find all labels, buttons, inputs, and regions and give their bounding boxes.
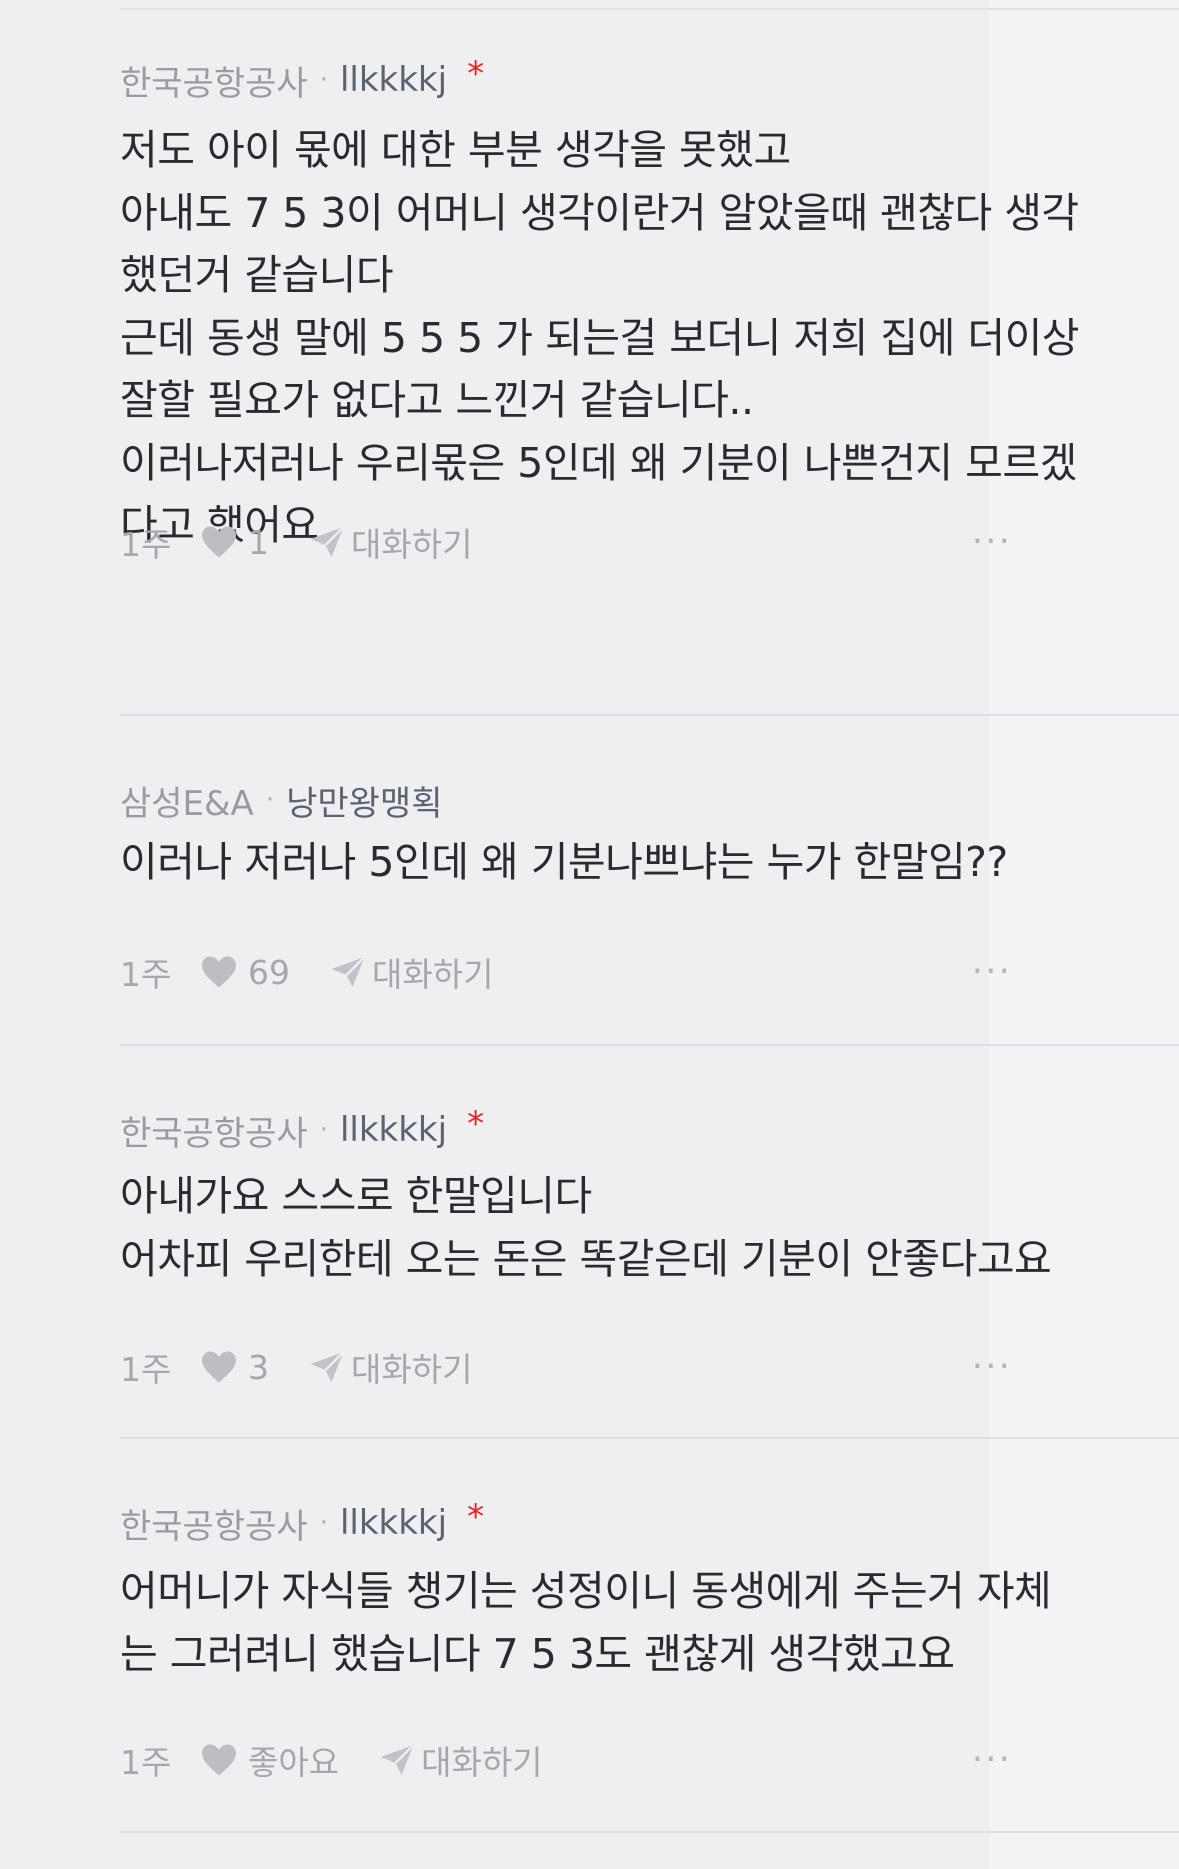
- comment-divider: [120, 1437, 1179, 1439]
- like-count: 69: [248, 952, 290, 992]
- like-button[interactable]: 3: [200, 1348, 269, 1387]
- timestamp: 1주: [120, 1350, 172, 1389]
- heart-icon: [202, 1351, 236, 1383]
- comment-footer: 1주 69 대화하기 ···: [120, 947, 1100, 997]
- author-star-icon: *: [467, 54, 485, 94]
- company-name[interactable]: 한국공항공사: [120, 56, 308, 105]
- comment-text: 어머니가 자식들 챙기는 성정이니 동생에게 주는거 자체 는 그러려니 했습니…: [120, 1567, 1052, 1678]
- comment-footer: 1주 좋아요 대화하기 ···: [120, 1735, 1100, 1785]
- timestamp: 1주: [120, 1743, 172, 1782]
- heart-icon: [202, 526, 236, 558]
- comment-header: 한국공항공사 · llkkkkj *: [120, 1497, 485, 1548]
- top-divider: [120, 8, 1179, 10]
- nickname[interactable]: llkkkkj: [340, 1110, 447, 1150]
- comment-divider: [120, 1831, 1179, 1833]
- separator: ·: [319, 1508, 328, 1538]
- comment-text: 아내가요 스스로 한말입니다 어차피 우리한테 오는 돈은 똑같은데 기분이 안…: [120, 1172, 1052, 1283]
- comment-divider: [120, 1044, 1179, 1046]
- separator: ·: [319, 1115, 328, 1145]
- like-button[interactable]: 1: [200, 523, 269, 562]
- comment-header: 한국공항공사 · llkkkkj *: [120, 1104, 485, 1155]
- paper-plane-icon: [380, 1744, 415, 1775]
- comment-header: 한국공항공사 · llkkkkj *: [120, 54, 485, 105]
- comment-footer: 1주 1 대화하기 ···: [120, 517, 1100, 567]
- nickname[interactable]: llkkkkj: [340, 1503, 447, 1543]
- paper-plane-icon: [310, 1351, 345, 1382]
- reply-label: 대화하기: [421, 1743, 543, 1782]
- comment-text: 저도 아이 몫에 대한 부분 생각을 못했고 아내도 7 5 3이 어머니 생각…: [120, 126, 1080, 549]
- nickname[interactable]: llkkkkj: [340, 60, 447, 100]
- separator: ·: [265, 785, 275, 815]
- more-options-button[interactable]: ···: [972, 1739, 1012, 1780]
- nickname[interactable]: 낭만왕맹획: [286, 776, 442, 825]
- like-count: 3: [248, 1347, 269, 1387]
- like-button[interactable]: 69: [200, 953, 290, 992]
- author-star-icon: *: [467, 1104, 485, 1144]
- comment-footer: 1주 3 대화하기 ···: [120, 1342, 1100, 1392]
- comment-text: 이러나 저러나 5인데 왜 기분나쁘냐는 누가 한말임??: [120, 838, 1008, 886]
- more-options-button[interactable]: ···: [972, 1346, 1012, 1387]
- reply-button[interactable]: 대화하기: [309, 1343, 472, 1391]
- paper-plane-icon: [331, 956, 366, 987]
- separator: ·: [319, 65, 328, 95]
- reply-button[interactable]: 대화하기: [379, 1736, 543, 1784]
- comment-divider: [120, 714, 1179, 716]
- reply-label: 대화하기: [351, 525, 473, 564]
- timestamp: 1주: [120, 525, 172, 564]
- like-label: 좋아요: [248, 1743, 340, 1782]
- more-options-button[interactable]: ···: [972, 951, 1012, 992]
- company-name[interactable]: 삼성E&A: [120, 776, 254, 825]
- author-star-icon: *: [467, 1497, 485, 1537]
- comment-header: 삼성E&A · 낭만왕맹획: [120, 775, 443, 825]
- like-button[interactable]: 좋아요: [200, 1736, 339, 1784]
- timestamp: 1주: [120, 955, 172, 994]
- like-count: 1: [248, 522, 269, 562]
- heart-icon: [202, 1744, 236, 1776]
- heart-icon: [202, 956, 236, 988]
- reply-label: 대화하기: [372, 955, 494, 994]
- more-options-button[interactable]: ···: [972, 521, 1012, 562]
- reply-button[interactable]: 대화하기: [330, 948, 493, 996]
- company-name[interactable]: 한국공항공사: [120, 1106, 308, 1155]
- reply-label: 대화하기: [351, 1350, 473, 1389]
- company-name[interactable]: 한국공항공사: [120, 1499, 308, 1548]
- paper-plane-icon: [310, 526, 345, 557]
- reply-button[interactable]: 대화하기: [309, 518, 472, 566]
